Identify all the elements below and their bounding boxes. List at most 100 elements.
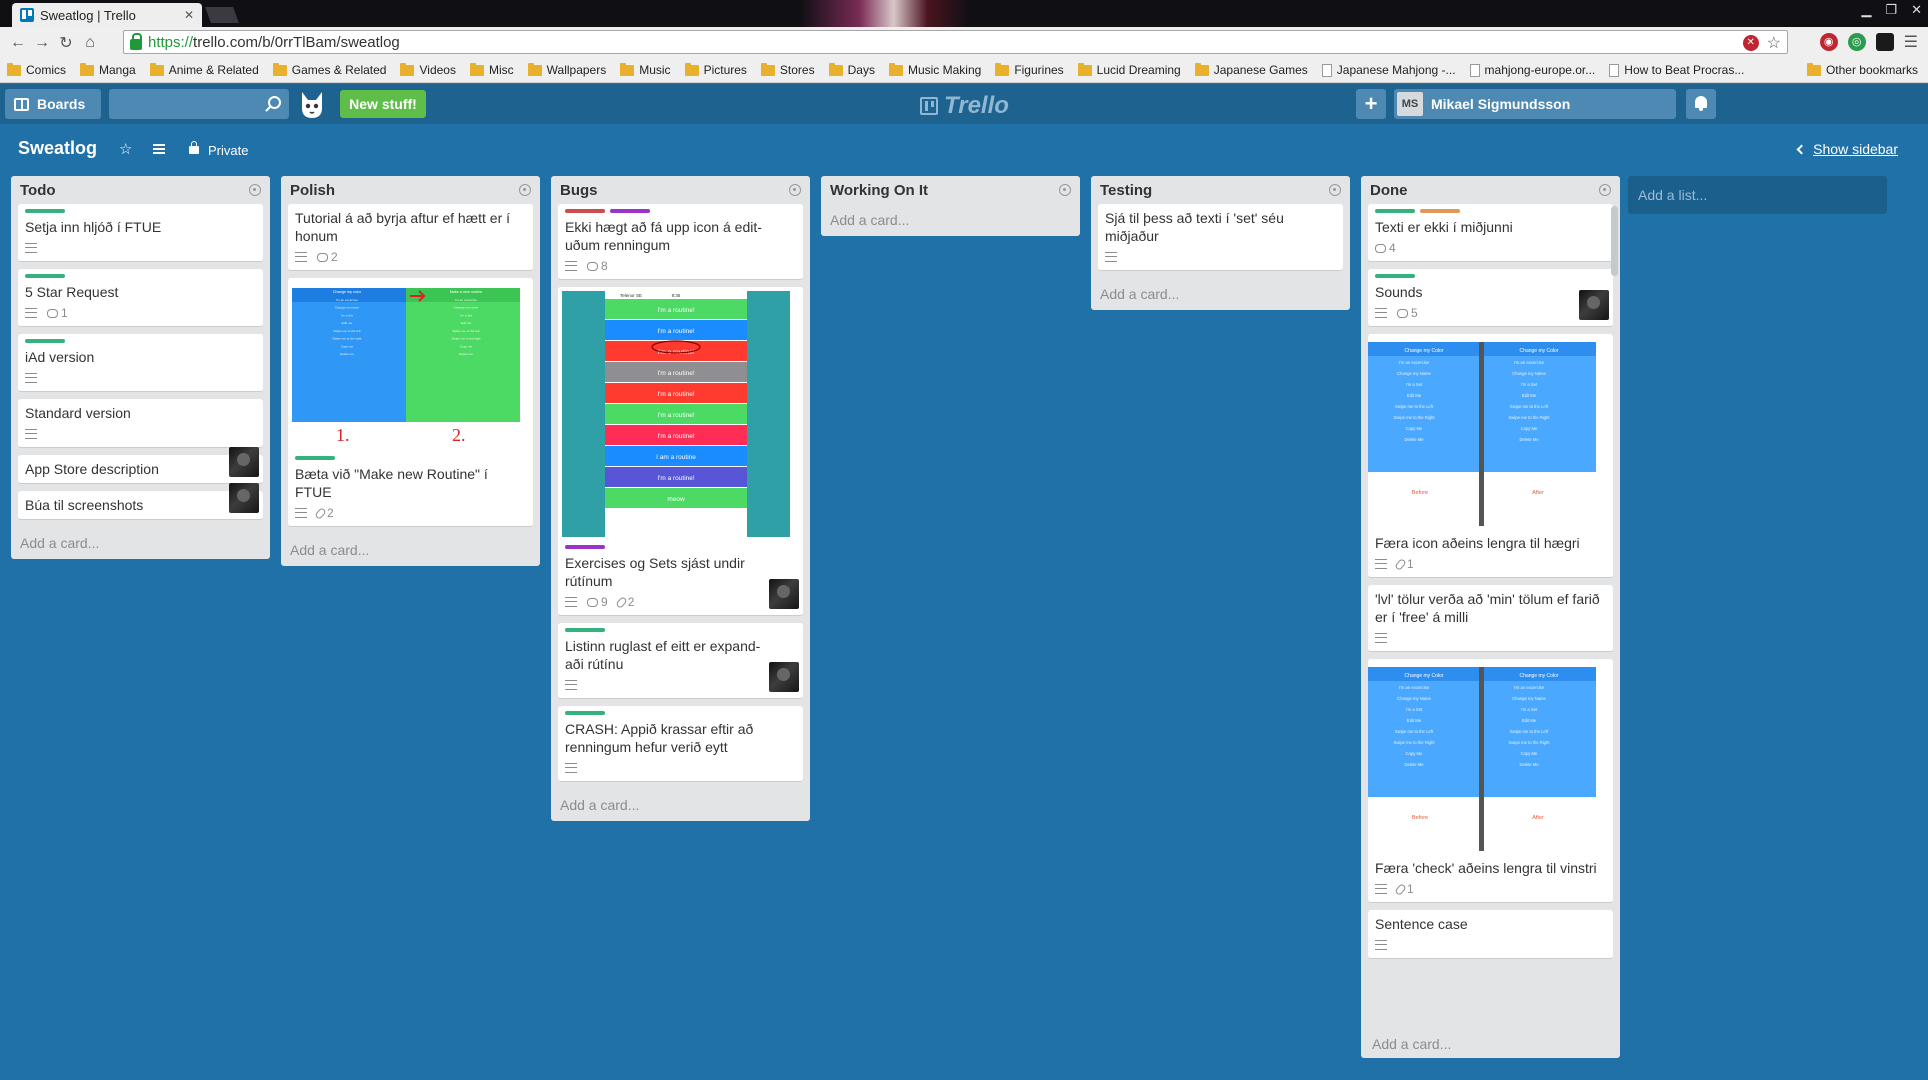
- list-menu-icon[interactable]: [249, 184, 261, 196]
- trello-logo[interactable]: Trello: [920, 92, 1009, 120]
- label-green[interactable]: [1375, 209, 1415, 213]
- list-title[interactable]: Todo: [20, 182, 56, 199]
- card[interactable]: 'lvl' tölur verða að 'min' tölum ef fari…: [1368, 585, 1613, 652]
- board-menu-icon[interactable]: [153, 144, 165, 154]
- card[interactable]: Change my Color Change my Color I'm an exc…: [1368, 659, 1613, 903]
- bookmark-folder[interactable]: Anime & Related: [143, 62, 266, 77]
- extension-icon[interactable]: ◉: [1819, 33, 1838, 51]
- label-purple[interactable]: [610, 209, 650, 213]
- add-card-link[interactable]: Add a card...: [288, 534, 533, 560]
- card[interactable]: Tutorial á að byrja aftur ef hætt er í h…: [288, 204, 533, 271]
- card[interactable]: Sounds 5: [1368, 269, 1613, 327]
- card[interactable]: Listinn ruglast ef eitt er expand-aði rú…: [558, 623, 803, 699]
- card[interactable]: Telenor SE 8:35 I'm a routine! I'm a routin…: [558, 287, 803, 616]
- bookmark-folder[interactable]: Lucid Dreaming: [1071, 62, 1188, 77]
- search-icon[interactable]: [268, 96, 281, 109]
- card[interactable]: Sentence case: [1368, 910, 1613, 959]
- bookmark-star-icon[interactable]: ☆: [1767, 33, 1781, 53]
- list-menu-icon[interactable]: [1599, 184, 1611, 196]
- new-tab-button[interactable]: [205, 7, 239, 23]
- card[interactable]: Ekki hægt að fá upp icon á edit-uðum ren…: [558, 204, 803, 280]
- bookmark-folder[interactable]: Videos: [393, 62, 462, 77]
- list-menu-icon[interactable]: [519, 184, 531, 196]
- list-title[interactable]: Done: [1370, 182, 1408, 199]
- card[interactable]: Standard version: [18, 399, 263, 448]
- search-input[interactable]: [109, 89, 289, 119]
- label-green[interactable]: [25, 339, 65, 343]
- address-bar[interactable]: https://trello.com/b/0rrTlBam/sweatlog ✕…: [123, 30, 1788, 54]
- list-header[interactable]: Bugs: [558, 176, 803, 204]
- boards-button[interactable]: Boards: [5, 89, 101, 119]
- member-menu-button[interactable]: MS Mikael Sigmundsson: [1394, 89, 1676, 119]
- chrome-menu-icon[interactable]: ☰: [1904, 32, 1918, 52]
- list-header[interactable]: Working On It: [828, 176, 1073, 204]
- card[interactable]: Change my Color Change my Color I'm an exc…: [1368, 334, 1613, 578]
- browser-tab[interactable]: Sweatlog | Trello ✕: [12, 3, 202, 27]
- list-header[interactable]: Polish: [288, 176, 533, 204]
- restore-icon[interactable]: ❐: [1885, 2, 1897, 18]
- add-card-link[interactable]: Add a card...: [1098, 278, 1343, 304]
- bookmark-page[interactable]: How to Beat Procras...: [1602, 63, 1751, 77]
- minimize-icon[interactable]: ▁: [1861, 2, 1871, 18]
- list-header[interactable]: Testing: [1098, 176, 1343, 204]
- member-avatar[interactable]: [769, 579, 799, 609]
- label-green[interactable]: [25, 209, 65, 213]
- label-purple[interactable]: [565, 545, 605, 549]
- list-menu-icon[interactable]: [1329, 184, 1341, 196]
- add-list-button[interactable]: Add a list...: [1628, 176, 1887, 214]
- add-button[interactable]: +: [1356, 89, 1386, 119]
- forward-icon[interactable]: →: [30, 34, 54, 52]
- card[interactable]: Búa til screenshots: [18, 483, 263, 520]
- list-header[interactable]: Done: [1368, 176, 1613, 204]
- list-menu-icon[interactable]: [1059, 184, 1071, 196]
- add-card-link[interactable]: Add a card...: [18, 527, 263, 553]
- extension-icon[interactable]: ◎: [1847, 33, 1866, 51]
- star-icon[interactable]: ☆: [119, 140, 132, 158]
- list-scrollbar[interactable]: [1611, 206, 1618, 276]
- card[interactable]: iAd version: [18, 334, 263, 392]
- label-green[interactable]: [565, 711, 605, 715]
- card[interactable]: Sjá til þess að texti í 'set' séu miðjað…: [1098, 204, 1343, 271]
- card[interactable]: Setja inn hljóð í FTUE: [18, 204, 263, 262]
- close-tab-icon[interactable]: ✕: [184, 8, 194, 22]
- show-sidebar-link[interactable]: Show sidebar: [1796, 141, 1898, 157]
- add-card-link[interactable]: Add a card...: [828, 204, 1073, 230]
- board-visibility[interactable]: Private: [208, 143, 248, 158]
- adblock-icon[interactable]: ✕: [1742, 35, 1759, 51]
- bookmark-page[interactable]: Japanese Mahjong -...: [1315, 63, 1463, 77]
- label-orange[interactable]: [1420, 209, 1460, 213]
- back-icon[interactable]: ←: [6, 34, 30, 52]
- bookmark-folder[interactable]: Games & Related: [266, 62, 394, 77]
- close-window-icon[interactable]: ✕: [1911, 2, 1922, 18]
- bookmark-folder[interactable]: Misc: [463, 62, 521, 77]
- bookmark-folder[interactable]: Days: [822, 62, 882, 77]
- list-title[interactable]: Polish: [290, 182, 335, 199]
- list-title[interactable]: Testing: [1100, 182, 1152, 199]
- label-green[interactable]: [1375, 274, 1415, 278]
- board-title[interactable]: Sweatlog: [18, 138, 97, 159]
- member-avatar[interactable]: [229, 483, 259, 513]
- card[interactable]: Texti er ekki í miðjunni 4: [1368, 204, 1613, 262]
- card[interactable]: Change my color Make a new routine I'm an …: [288, 278, 533, 527]
- bookmark-folder[interactable]: Japanese Games: [1188, 62, 1315, 77]
- member-avatar[interactable]: [1579, 290, 1609, 320]
- list-title[interactable]: Working On It: [830, 182, 928, 199]
- member-avatar[interactable]: [769, 662, 799, 692]
- add-card-link[interactable]: Add a card...: [558, 789, 803, 815]
- label-red[interactable]: [565, 209, 605, 213]
- bookmark-folder[interactable]: Wallpapers: [521, 62, 614, 77]
- home-icon[interactable]: ⌂: [78, 34, 102, 52]
- label-green[interactable]: [565, 628, 605, 632]
- bookmark-page[interactable]: mahjong-europe.or...: [1463, 63, 1603, 77]
- list-title[interactable]: Bugs: [560, 182, 598, 199]
- card[interactable]: App Store description: [18, 447, 263, 484]
- card[interactable]: CRASH: Appið krassar eftir að renningum …: [558, 706, 803, 782]
- label-green[interactable]: [25, 274, 65, 278]
- bookmark-folder[interactable]: Stores: [754, 62, 822, 77]
- label-green[interactable]: [295, 456, 335, 460]
- bookmark-folder[interactable]: Manga: [73, 62, 143, 77]
- bookmark-folder[interactable]: Pictures: [678, 62, 754, 77]
- new-stuff-button[interactable]: New stuff!: [340, 90, 426, 118]
- list-menu-icon[interactable]: [789, 184, 801, 196]
- bookmark-folder[interactable]: Figurines: [988, 62, 1070, 77]
